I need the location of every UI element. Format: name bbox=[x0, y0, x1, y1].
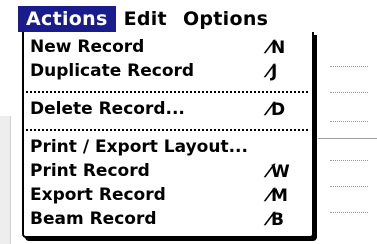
menu-item-delete-record[interactable]: Delete Record... ⁄D bbox=[30, 98, 304, 121]
actions-dropdown: New Record ⁄N Duplicate Record ⁄J Delete… bbox=[22, 32, 314, 238]
menu-item-label: New Record bbox=[30, 37, 145, 57]
menu-item-print-record[interactable]: Print Record ⁄W bbox=[30, 160, 304, 183]
background-field-line bbox=[330, 92, 368, 93]
menu-item-shortcut: ⁄N bbox=[266, 37, 286, 58]
menu-separator bbox=[26, 91, 308, 93]
menu-item-label: Export Record bbox=[30, 185, 166, 205]
menu-item-label: Print Record bbox=[30, 161, 150, 181]
background-divider bbox=[318, 138, 377, 139]
menu-item-shortcut: ⁄J bbox=[266, 61, 278, 82]
menu-actions[interactable]: Actions bbox=[18, 6, 116, 32]
screen: Actions Edit Options New Record ⁄N Dupli… bbox=[0, 0, 377, 244]
menu-item-shortcut: ⁄W bbox=[266, 161, 290, 182]
menu-options[interactable]: Options bbox=[175, 6, 276, 32]
menu-item-shortcut: ⁄M bbox=[266, 185, 288, 206]
menu-item-shortcut: ⁄D bbox=[266, 99, 286, 120]
menu-separator bbox=[26, 129, 308, 131]
background-field-line bbox=[330, 121, 368, 122]
menu-bar: Actions Edit Options bbox=[18, 6, 314, 32]
menu-edit[interactable]: Edit bbox=[116, 6, 175, 32]
menu-item-beam-record[interactable]: Beam Record ⁄B bbox=[30, 208, 304, 231]
menu-item-shortcut: ⁄B bbox=[266, 209, 284, 230]
menu-item-label: Beam Record bbox=[30, 209, 157, 229]
background-field-line bbox=[330, 160, 368, 161]
menu-item-label: Duplicate Record bbox=[30, 61, 195, 81]
background-panel bbox=[0, 116, 11, 244]
background-field-line bbox=[330, 212, 368, 213]
menu-item-duplicate-record[interactable]: Duplicate Record ⁄J bbox=[30, 60, 304, 83]
background-field-line bbox=[330, 186, 368, 187]
menu-item-label: Delete Record... bbox=[30, 99, 185, 119]
menu-item-print-export-layout[interactable]: Print / Export Layout... bbox=[30, 136, 304, 159]
menu-item-export-record[interactable]: Export Record ⁄M bbox=[30, 184, 304, 207]
menu-item-label: Print / Export Layout... bbox=[30, 137, 248, 157]
background-field-line bbox=[330, 66, 368, 67]
menu-item-new-record[interactable]: New Record ⁄N bbox=[30, 36, 304, 59]
